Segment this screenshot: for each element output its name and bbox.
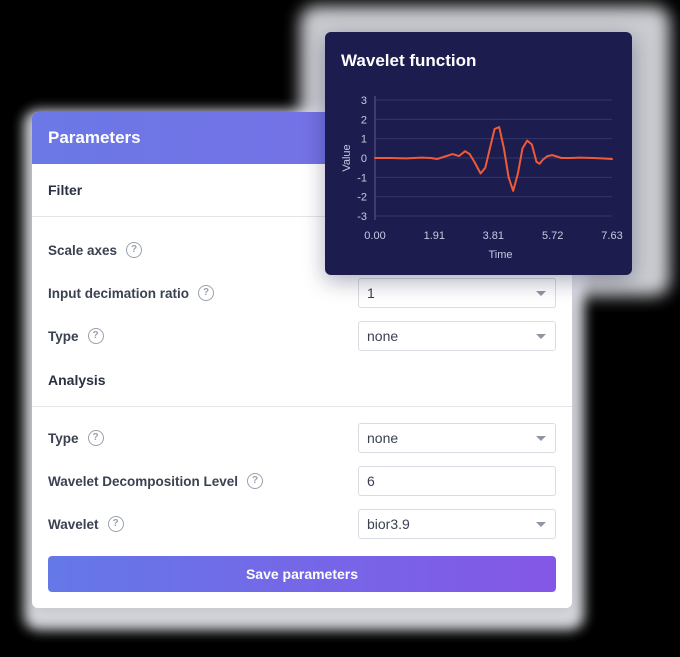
- select-value: 1: [367, 285, 375, 301]
- analysis-type-label-group: Type ?: [48, 430, 104, 446]
- save-parameters-button[interactable]: Save parameters: [48, 556, 556, 592]
- wavelet-label: Wavelet: [48, 516, 99, 532]
- analysis-type-row: Type ? none: [48, 422, 556, 454]
- y-tick-label: -1: [357, 172, 367, 184]
- chevron-down-icon: [536, 435, 546, 441]
- select-value: none: [367, 430, 399, 446]
- filter-type-select[interactable]: none: [358, 321, 556, 351]
- help-icon[interactable]: ?: [87, 328, 104, 344]
- x-tick-label: 5.72: [542, 230, 563, 242]
- section-divider: [32, 406, 572, 407]
- wavelet-select[interactable]: bior3.9: [358, 509, 556, 539]
- filter-type-label: Type: [48, 328, 79, 344]
- select-value: none: [367, 328, 399, 344]
- analysis-type-select[interactable]: none: [358, 423, 556, 453]
- y-tick-label: 0: [361, 153, 367, 165]
- help-icon[interactable]: ?: [126, 242, 143, 258]
- help-icon[interactable]: ?: [247, 473, 264, 489]
- analysis-type-label: Type: [48, 430, 79, 446]
- analysis-section: Analysis: [32, 354, 572, 407]
- chevron-down-icon: [536, 290, 546, 296]
- y-axis-label: Value: [341, 144, 353, 171]
- wavelet-row: Wavelet ? bior3.9: [48, 508, 556, 540]
- decimation-label-group: Input decimation ratio ?: [48, 285, 215, 301]
- decomposition-level-row: Wavelet Decomposition Level ? 6: [48, 465, 556, 497]
- chevron-down-icon: [536, 521, 546, 527]
- panel-title: Parameters: [48, 128, 141, 147]
- wavelet-chart: 3 2 1 0 -1 -2 -3 0.00 1.91 3.81 5.72 7.63 Time Value: [341, 95, 623, 261]
- input-decimation-ratio-label: Input decimation ratio: [48, 285, 190, 301]
- filter-type-row: Type ? none: [48, 320, 556, 352]
- y-tick-label: -3: [357, 211, 367, 223]
- x-tick-label: 3.81: [483, 230, 504, 242]
- input-decimation-ratio-select[interactable]: 1: [358, 278, 556, 308]
- wavelet-label-group: Wavelet ?: [48, 516, 124, 532]
- x-tick-label: 1.91: [424, 230, 445, 242]
- y-tick-label: 1: [361, 134, 367, 146]
- help-icon[interactable]: ?: [87, 430, 104, 446]
- y-tick-label: 2: [361, 114, 367, 126]
- wavelet-series-line: [374, 126, 613, 192]
- x-tick-label: 0.00: [364, 230, 385, 242]
- decomposition-level-input[interactable]: 6: [358, 466, 556, 496]
- chevron-down-icon: [536, 333, 546, 339]
- scale-axes-label: Scale axes: [48, 242, 118, 258]
- wavelet-chart-card: Wavelet function 3 2 1 0 -1 -2 -3 0.00 1.91 3.81 5…: [325, 32, 632, 275]
- filter-type-label-group: Type ?: [48, 328, 104, 344]
- scale-axes-label-group: Scale axes ?: [48, 242, 143, 258]
- section-title-analysis: Analysis: [48, 372, 106, 388]
- x-tick-label: 7.63: [601, 230, 622, 242]
- input-decimation-ratio-row: Input decimation ratio ? 1: [48, 277, 556, 309]
- y-tick-label: 3: [361, 95, 367, 107]
- help-icon[interactable]: ?: [198, 285, 215, 301]
- x-axis-label: Time: [488, 249, 512, 261]
- decomposition-label-group: Wavelet Decomposition Level ?: [48, 473, 264, 489]
- select-value: bior3.9: [367, 516, 410, 532]
- input-value: 6: [367, 473, 375, 489]
- y-tick-label: -2: [357, 192, 367, 204]
- help-icon[interactable]: ?: [107, 516, 124, 532]
- decomposition-level-label: Wavelet Decomposition Level: [48, 473, 239, 489]
